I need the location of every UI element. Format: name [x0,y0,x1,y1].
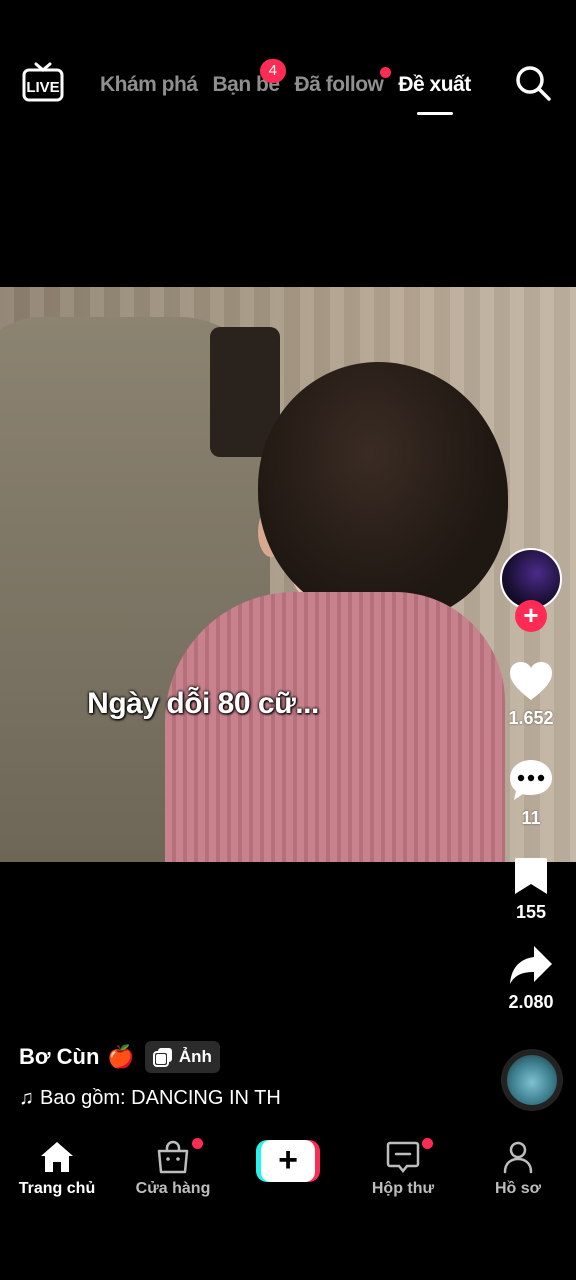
live-button[interactable]: LIVE [22,62,64,102]
tab-explore-label: Khám phá [100,73,198,96]
music-note-icon: ♫ [19,1087,34,1109]
home-icon [41,1142,73,1172]
bookmark-icon [515,858,547,894]
inbox-message-icon [386,1141,420,1174]
save-count: 155 [515,902,547,922]
comment-count: 11 [521,808,541,828]
nav-shop[interactable]: Cửa hàng [118,1128,228,1198]
friends-badge: 4 [259,59,286,83]
tab-friends[interactable]: Bạn bè 4 [213,59,286,97]
top-navigation: LIVE Khám phá Bạn bè 4 Đã follow Đề xuất [0,0,576,130]
nav-profile[interactable]: Hồ sơ [463,1128,573,1198]
follow-plus-button[interactable]: + [515,600,547,632]
comment-button[interactable]: 11 [498,758,564,829]
comment-icon [510,760,552,800]
photos-icon [152,1048,172,1067]
create-post-button[interactable]: + [256,1140,320,1182]
shop-bag-icon [157,1140,189,1174]
search-icon [516,66,551,101]
like-button[interactable]: 1.652 [498,660,564,729]
bottom-navigation: Trang chủ Cửa hàng + Hộp thư Hồ sơ [0,1128,576,1208]
photo-post-chip: Ảnh [144,1041,220,1073]
share-count: 2.080 [508,992,554,1012]
save-button[interactable]: 155 [498,856,564,923]
music-info[interactable]: ♫ Bao gồm: DANCING IN TH [19,1087,281,1110]
tab-following-label: Đã follow [294,73,384,96]
nav-inbox-label: Hộp thư [371,1180,435,1197]
home-indicator-area [0,1240,576,1280]
live-tv-icon: LIVE [22,62,64,102]
share-arrow-icon [510,946,552,984]
live-label: LIVE [26,79,59,96]
search-button[interactable] [514,64,552,102]
nav-shop-label: Cửa hàng [135,1180,211,1197]
like-count: 1.652 [508,708,554,728]
author-row: Bơ Cùn 🍎 Ảnh [19,1040,220,1074]
active-tab-indicator [416,112,453,115]
heart-icon [510,662,552,700]
shop-notification-dot [192,1138,203,1149]
feed-tabs: Khám phá Bạn bè 4 Đã follow Đề xuất [100,59,486,115]
tab-for-you-label: Đề xuất [398,73,471,96]
nav-home[interactable]: Trang chủ [2,1128,112,1198]
inbox-notification-dot [422,1138,433,1149]
creator-avatar-button[interactable]: + [500,548,562,632]
nav-inbox[interactable]: Hộp thư [348,1128,458,1198]
baby-pink-shirt [165,592,505,862]
photo-chip-label: Ảnh [178,1047,212,1066]
video-player[interactable]: Ngày dỗi 80 cữ... [0,287,576,862]
video-caption-overlay: Ngày dỗi 80 cữ... [87,687,319,720]
music-title: Bao gồm: DANCING IN TH [40,1087,281,1109]
author-emoji: 🍎 [107,1044,135,1069]
tab-for-you[interactable]: Đề xuất [398,73,471,115]
tab-explore[interactable]: Khám phá [100,73,198,97]
profile-icon [503,1141,533,1174]
tab-following[interactable]: Đã follow [294,67,392,97]
author-name[interactable]: Bơ Cùn [19,1044,99,1070]
create-plus-icon: + [261,1140,315,1182]
nav-home-label: Trang chủ [18,1180,96,1197]
nav-profile-label: Hồ sơ [494,1180,542,1197]
music-disc-button[interactable] [501,1049,563,1111]
following-dot [380,67,392,78]
share-button[interactable]: 2.080 [498,944,564,1013]
